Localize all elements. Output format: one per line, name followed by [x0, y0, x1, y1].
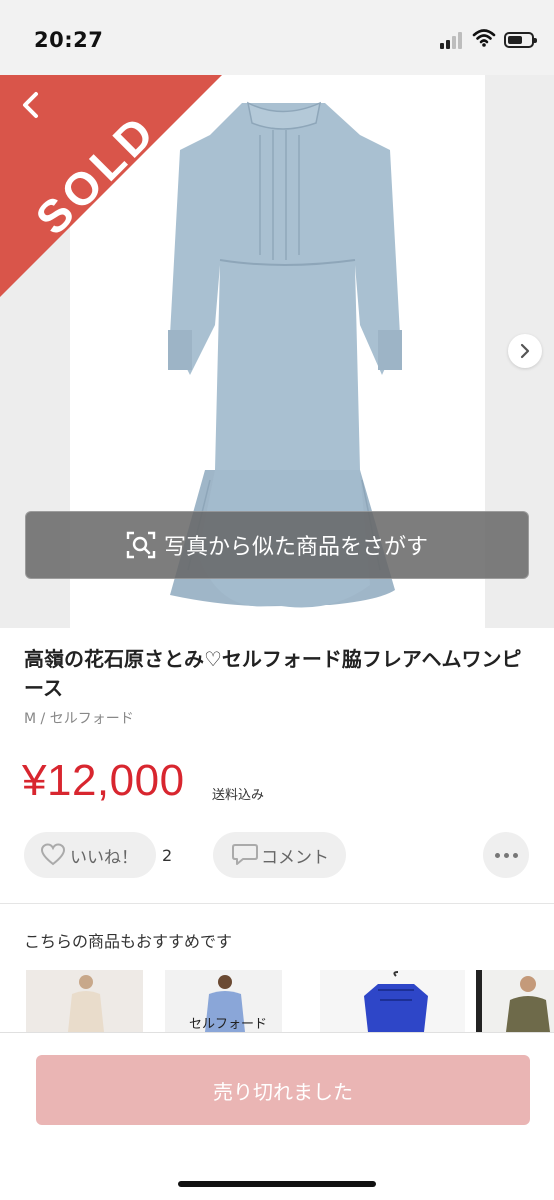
product-photo-carousel[interactable]: SOLD 写真から似た商品をさがす — [0, 75, 554, 628]
product-subtitle: M / セルフォード — [24, 711, 134, 727]
more-dot-icon — [503, 852, 509, 858]
like-button[interactable]: いいね！ — [24, 832, 156, 878]
photo-search-label: 写真から似た商品をさがす — [163, 535, 428, 560]
soldout-button[interactable]: 売り切れました — [36, 1055, 530, 1125]
shipping-note: 送料込み — [212, 788, 265, 803]
wifi-icon — [472, 29, 496, 47]
heart-icon — [40, 843, 66, 866]
chevron-right-icon — [520, 343, 530, 359]
comment-button[interactable]: コメント — [213, 832, 346, 878]
status-time: 20:27 — [34, 28, 104, 52]
comment-label: コメント — [261, 847, 329, 868]
recommend-thumbnail — [320, 970, 465, 1032]
section-divider — [0, 903, 554, 904]
product-price: ¥12,000 — [22, 756, 185, 805]
signal-icon — [440, 31, 466, 49]
back-icon[interactable] — [14, 89, 48, 123]
recommend-thumbnail — [476, 970, 554, 1032]
like-count: 2 — [162, 846, 173, 865]
more-dot-icon — [494, 852, 500, 858]
recommend-item[interactable]: セルフォード — [165, 970, 282, 1032]
next-photo-button[interactable] — [508, 334, 542, 368]
like-label: いいね！ — [70, 847, 138, 868]
recommend-title: こちらの商品もおすすめです — [24, 932, 233, 951]
recommend-item[interactable] — [476, 970, 554, 1032]
recommend-thumbnail — [26, 970, 143, 1032]
comment-icon — [232, 844, 258, 865]
recommend-list[interactable]: セルフォード — [24, 970, 554, 1032]
image-search-icon — [126, 531, 156, 559]
more-dot-icon — [512, 852, 518, 858]
more-options-button[interactable] — [483, 832, 529, 878]
recommend-item[interactable] — [320, 970, 465, 1032]
recommend-caption: セルフォード — [189, 1017, 268, 1032]
home-indicator — [178, 1181, 376, 1187]
product-title: 高嶺の花石原さとみ♡セルフォード脇フレアヘムワンピース — [24, 647, 522, 700]
photo-search-button[interactable]: 写真から似た商品をさがす — [25, 511, 529, 579]
battery-icon — [504, 32, 537, 48]
recommend-item[interactable] — [26, 970, 143, 1032]
status-bar: 20:27 — [0, 0, 554, 75]
